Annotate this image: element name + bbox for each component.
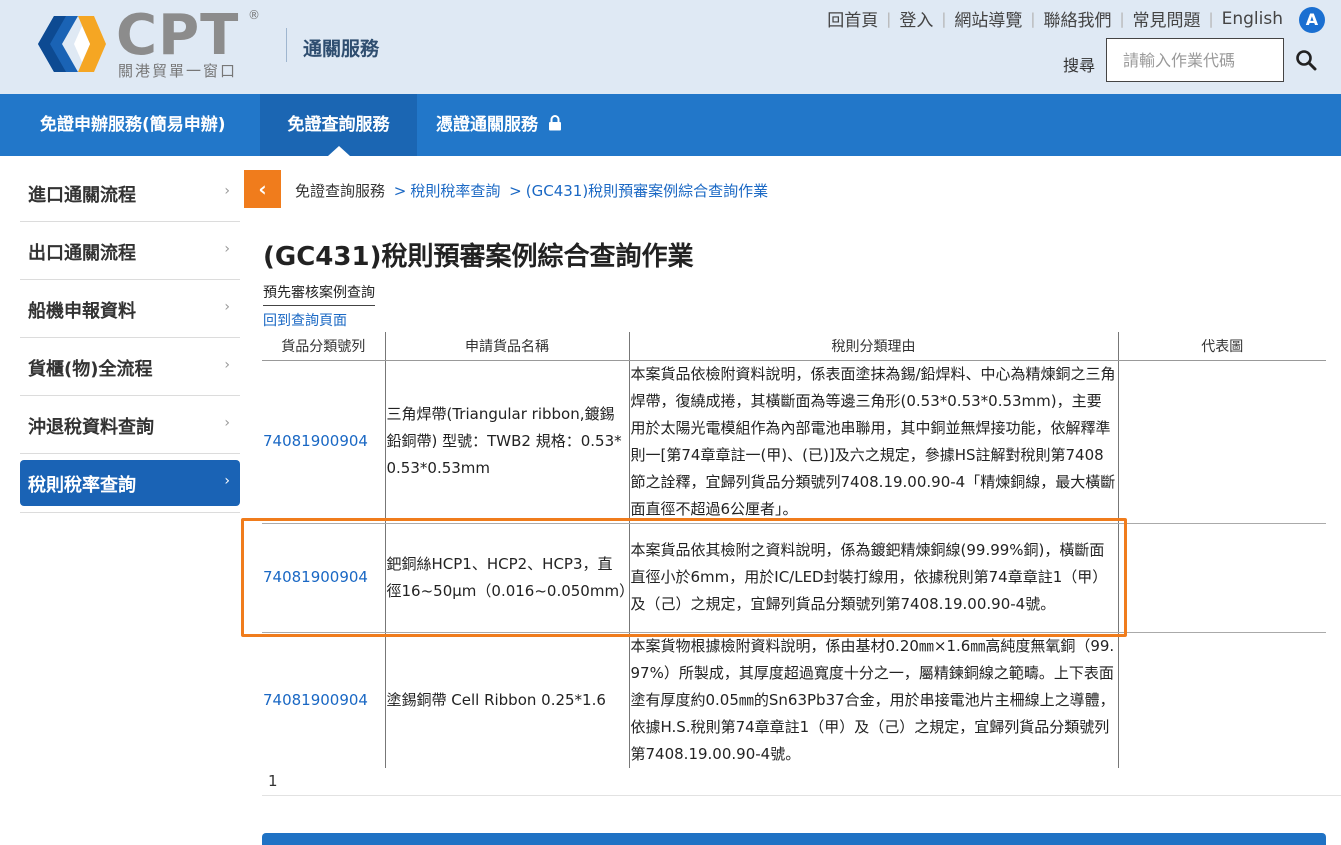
- chevron-right-icon: ›: [224, 415, 230, 431]
- classification-reason-cell: 本案貨物根據檢附資料說明，係由基材0.20㎜×1.6㎜高純度無氧銅（99.97%…: [628, 632, 1118, 768]
- sidebar-toggle-button[interactable]: ‹: [244, 170, 281, 208]
- search-button[interactable]: [1286, 38, 1326, 82]
- sidebar: 進口通關流程 › 出口通關流程 › 船機申報資料 › 貨櫃(物)全流程 › 沖退…: [20, 164, 240, 513]
- logo-registered-mark: ®: [248, 8, 260, 22]
- column-header-image: 代表圖: [1117, 332, 1326, 361]
- sitemap-link[interactable]: 網站導覽: [946, 6, 1030, 31]
- sidebar-item-vessel-data[interactable]: 船機申報資料 ›: [20, 280, 240, 338]
- results-table: 貨品分類號列 申請貨品名稱 稅則分類理由 代表圖 74081900904 三角焊…: [262, 332, 1326, 768]
- tab-label: 憑證通關服務: [436, 115, 538, 135]
- breadcrumb-current: (GC431)稅則預審案例綜合查詢作業: [525, 182, 769, 200]
- tariff-code-link[interactable]: 74081900904: [262, 523, 385, 633]
- breadcrumb-item[interactable]: 稅則稅率查詢: [410, 182, 500, 200]
- site-title: 通關服務: [303, 38, 380, 60]
- column-header-name: 申請貨品名稱: [384, 332, 629, 361]
- table-row: 74081900904 鈀銅絲HCP1、HCP2、HCP3，直徑16~50µm（…: [262, 523, 1326, 633]
- site-header: CPT ® 關港貿單一窗口 通關服務 回首頁 | 登入 | 網站導覽 | 聯絡我…: [0, 0, 1341, 94]
- sidebar-item-label: 貨櫃(物)全流程: [28, 359, 153, 380]
- logo-subtitle: 關港貿單一窗口: [118, 62, 238, 80]
- chevron-right-icon: ›: [224, 473, 230, 489]
- home-link[interactable]: 回首頁: [819, 6, 886, 31]
- sidebar-item-tariff-query[interactable]: 稅則稅率查詢 ›: [20, 460, 240, 506]
- tab-label: 免證查詢服務: [287, 115, 390, 135]
- table-row: 74081900904 塗錫銅帶 Cell Ribbon 0.25*1.6 本案…: [262, 632, 1326, 768]
- chevron-right-icon: ›: [224, 357, 230, 373]
- tariff-code-link[interactable]: 74081900904: [262, 360, 385, 524]
- breadcrumb-item[interactable]: 免證查詢服務: [295, 182, 385, 200]
- breadcrumb-separator: >: [393, 182, 407, 200]
- goods-name-cell: 三角焊帶(Triangular ribbon,鍍錫鉛銅帶) 型號：TWB2 規格…: [384, 360, 629, 524]
- tariff-code-link[interactable]: 74081900904: [262, 632, 385, 768]
- chevron-right-icon: ›: [224, 299, 230, 315]
- sidebar-item-label: 出口通關流程: [28, 243, 136, 264]
- sidebar-item-drawback-query[interactable]: 沖退稅資料查詢 ›: [20, 396, 240, 454]
- breadcrumb: 免證查詢服務 > 稅則稅率查詢 > (GC431)稅則預審案例綜合查詢作業: [295, 180, 768, 201]
- image-cell: [1117, 632, 1326, 768]
- sidebar-item-label: 船機申報資料: [28, 301, 136, 322]
- page-title: (GC431)稅則預審案例綜合查詢作業: [263, 242, 694, 272]
- column-header-reason: 稅則分類理由: [628, 332, 1118, 361]
- tab-prereview-query[interactable]: 預先審核案例查詢: [263, 282, 375, 306]
- english-link[interactable]: English: [1214, 9, 1291, 29]
- sidebar-item-label: 稅則稅率查詢: [28, 475, 136, 496]
- image-cell: [1117, 523, 1326, 633]
- goods-name-cell: 鈀銅絲HCP1、HCP2、HCP3，直徑16~50µm（0.016~0.050m…: [384, 523, 634, 633]
- active-tab-caret: [328, 146, 350, 156]
- logo-text: CPT: [116, 3, 240, 68]
- tab-label: 免證申辦服務(簡易申辦): [40, 115, 226, 135]
- breadcrumb-separator: >: [509, 182, 522, 200]
- logo-mark-icon: [38, 16, 106, 72]
- back-to-query-link[interactable]: 回到查詢頁面: [263, 310, 347, 330]
- cpt-logo[interactable]: CPT ® 關港貿單一窗口: [24, 8, 264, 80]
- goods-name-cell: 塗錫銅帶 Cell Ribbon 0.25*1.6: [384, 632, 629, 768]
- header-divider: [286, 28, 287, 62]
- sidebar-item-label: 進口通關流程: [28, 185, 136, 206]
- sidebar-item-container-flow[interactable]: 貨櫃(物)全流程 ›: [20, 338, 240, 396]
- sidebar-item-export-flow[interactable]: 出口通關流程 ›: [20, 222, 240, 280]
- faq-link[interactable]: 常見問題: [1125, 6, 1209, 31]
- main-nav: 免證申辦服務(簡易申辦) 免證查詢服務 憑證通關服務: [0, 94, 1341, 156]
- pagination-current-page[interactable]: 1: [268, 772, 278, 790]
- top-utility-nav: 回首頁 | 登入 | 網站導覽 | 聯絡我們 | 常見問題 | English: [819, 6, 1291, 32]
- footer-bar: [262, 833, 1326, 845]
- search-label: 搜尋: [1063, 56, 1096, 75]
- classification-reason-cell: 本案貨品依其檢附之資料說明，係為鍍鈀精煉銅線(99.99%銅)，橫斷面直徑小於6…: [628, 523, 1118, 633]
- chevron-right-icon: ›: [224, 183, 230, 199]
- login-link[interactable]: 登入: [891, 6, 941, 31]
- pager-divider: [262, 795, 1341, 796]
- tab-simple-application[interactable]: 免證申辦服務(簡易申辦): [24, 94, 242, 156]
- table-header-row: 貨品分類號列 申請貨品名稱 稅則分類理由 代表圖: [262, 332, 1326, 361]
- column-header-code: 貨品分類號列: [262, 332, 385, 361]
- table-row: 74081900904 三角焊帶(Triangular ribbon,鍍錫鉛銅帶…: [262, 360, 1326, 524]
- sidebar-divider: [20, 512, 240, 513]
- sidebar-item-label: 沖退稅資料查詢: [28, 417, 154, 438]
- search-icon: [1296, 50, 1317, 71]
- sidebar-item-import-flow[interactable]: 進口通關流程 ›: [20, 164, 240, 222]
- contact-link[interactable]: 聯絡我們: [1035, 6, 1119, 31]
- chevron-right-icon: ›: [224, 241, 230, 257]
- search-input[interactable]: [1106, 38, 1284, 82]
- lock-icon: [548, 115, 561, 131]
- accessibility-badge-icon[interactable]: A: [1299, 7, 1325, 33]
- classification-reason-cell: 本案貨品依檢附資料說明，係表面塗抹為錫/鉛焊料、中心為精煉銅之三角焊帶，復繞成捲…: [628, 360, 1118, 524]
- tab-certificate-clearance[interactable]: 憑證通關服務: [420, 94, 578, 156]
- image-cell: [1117, 360, 1326, 524]
